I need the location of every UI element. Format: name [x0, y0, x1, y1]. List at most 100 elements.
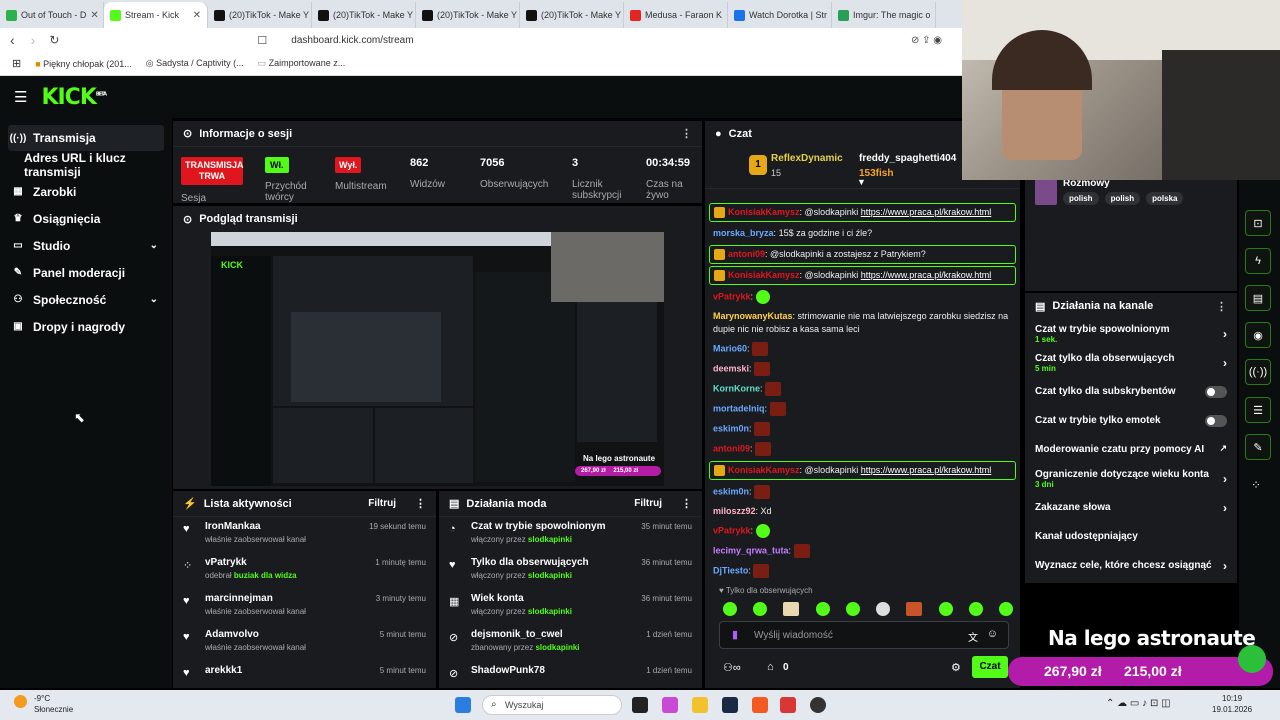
emote-icon[interactable] [815, 602, 830, 616]
list-tool-icon[interactable]: ☰ [1245, 397, 1271, 423]
browser-tab[interactable]: (20)TikTok - Make Y✕ [208, 2, 312, 28]
more-options-icon[interactable]: ⋮ [415, 497, 426, 510]
emote-icon[interactable] [906, 602, 923, 616]
windows-start-icon[interactable] [455, 697, 471, 713]
list-item[interactable]: ♥ Adamvolvo właśnie zaobserwował kanał 5 mi… [173, 625, 436, 661]
emote-icon[interactable] [723, 602, 737, 616]
list-item[interactable]: ⁘ vPatrykk odebrał buziak dla widza 1 minut… [173, 553, 436, 589]
list-item[interactable]: ♥ IronMankaa właśnie zaobserwował kanał 19 … [173, 517, 436, 553]
sidebar-item-dropy[interactable]: ▣ Dropy i nagrody [0, 313, 172, 340]
steam-icon[interactable] [722, 697, 738, 713]
brave-icon[interactable] [752, 697, 768, 713]
back-icon[interactable]: ‹ [10, 32, 15, 48]
emote-icon[interactable] [783, 602, 800, 616]
tag-chip[interactable]: polish [1104, 192, 1141, 205]
list-item[interactable]: ◔ Czat w trybie spowolnionym włączony prze… [439, 517, 702, 553]
add-widget-icon[interactable]: ⁘ [1251, 478, 1261, 492]
chat-username[interactable]: KonisiakKamysz [728, 270, 800, 280]
explorer-icon[interactable] [692, 697, 708, 713]
item-highlight[interactable]: slodkapinki [535, 643, 579, 652]
viewers-link-icon[interactable]: ⚇∞ [723, 661, 741, 674]
toggle-switch[interactable] [1205, 386, 1227, 398]
filter-button[interactable]: Filtruj [634, 498, 662, 509]
chat-username[interactable]: KonisiakKamysz [728, 465, 800, 475]
list-item[interactable]: ♥ marcinnejman właśnie zaobserwował kanał 3… [173, 589, 436, 625]
emote-icon[interactable] [998, 602, 1013, 616]
browser-tab[interactable]: Medusa - Faraon K✕ [624, 2, 728, 28]
channel-action-item[interactable]: Zakazane słowa › [1025, 493, 1237, 522]
chat-username[interactable]: mortadelniq [713, 403, 765, 413]
chat-username[interactable]: miloszz92 [713, 506, 756, 516]
top-gifter-name[interactable]: ReflexDynamic [771, 153, 843, 164]
emote-icon[interactable] [968, 602, 983, 616]
tray-icons[interactable]: ⌃ ☁ ▭ ♪ ⊡ ◫ [1106, 698, 1171, 709]
chat-settings-icon[interactable]: ⚙ [951, 661, 961, 674]
store-icon[interactable]: ⌂ [767, 661, 774, 673]
chat-link[interactable]: https://www.praca.pl/krakow.html [861, 465, 992, 475]
bookmark-item[interactable]: ■ Piękny chłopak (201... [35, 59, 132, 69]
sidebar-item-stream-url[interactable]: Adres URL i klucz transmisji [0, 151, 172, 179]
channel-action-item[interactable]: Czat w trybie tylko emotek [1025, 406, 1237, 435]
emoji-picker-icon[interactable]: ☺ [987, 628, 998, 640]
more-options-icon[interactable]: ⋮ [681, 497, 692, 510]
collapse-arrow-icon[interactable]: ▼ [857, 177, 866, 187]
chat-username[interactable]: vPatrykk [713, 291, 751, 301]
emote-icon[interactable] [876, 602, 891, 616]
taskbar-search[interactable]: ⌕ Wyszukaj [482, 695, 622, 715]
channel-action-item[interactable]: Wyznacz cele, które chcesz osiągnąć › [1025, 551, 1237, 580]
reload-icon[interactable]: ↻ [49, 33, 59, 47]
chat-username[interactable]: MarynowanyKutas [713, 311, 793, 321]
tag-chip[interactable]: polska [1146, 192, 1184, 205]
chat-username[interactable]: KornKorne [713, 383, 760, 393]
chat-username[interactable]: eskim0n [713, 486, 749, 496]
toggle-switch[interactable] [1205, 415, 1227, 427]
channel-action-item[interactable]: Ograniczenie dotyczące wieku konta 3 dni › [1025, 464, 1237, 493]
more-options-icon[interactable]: ⋮ [1216, 300, 1227, 313]
bookmark-item[interactable]: ◎ Sadysta / Captivity (... [146, 58, 244, 69]
lightning-tool-icon[interactable]: ϟ [1245, 248, 1271, 274]
stream-preview-video[interactable]: KICK Na lego astronaute 267,90 zł 215,00… [211, 232, 664, 486]
url-field[interactable]: dashboard.kick.com/stream [291, 35, 413, 46]
browser-tab[interactable]: (20)TikTok - Make Y✕ [416, 2, 520, 28]
tag-chip[interactable]: polish [1063, 192, 1099, 205]
browser-tab[interactable]: (20)TikTok - Make Y✕ [312, 2, 416, 28]
more-options-icon[interactable]: ⋮ [681, 127, 692, 140]
channel-action-item[interactable]: Kanał udostępniający [1025, 522, 1237, 551]
app-icon[interactable] [780, 697, 796, 713]
channel-action-item[interactable]: Czat tylko dla obserwujących 5 min › [1025, 348, 1237, 377]
item-highlight[interactable]: buziak dla widza [234, 571, 297, 580]
browser-tab[interactable]: Out of Touch - D ✕ [0, 2, 104, 28]
wrench-tool-icon[interactable]: ✎ [1245, 434, 1271, 460]
kick-logo[interactable]: KICKBETA [41, 85, 107, 110]
chat-link[interactable]: https://www.praca.pl/krakow.html [861, 207, 992, 217]
filter-button[interactable]: Filtruj [368, 498, 396, 509]
emote-icon[interactable] [753, 602, 768, 616]
close-tab-icon[interactable]: ✕ [934, 10, 935, 21]
translate-icon[interactable]: 文 [968, 629, 978, 644]
item-highlight[interactable]: slodkapinki [528, 535, 572, 544]
send-chat-button[interactable]: Czat [972, 656, 1008, 678]
chat-username[interactable]: eskim0n [713, 423, 749, 433]
copilot-icon[interactable] [662, 697, 678, 713]
sidebar-item-panel-moderacji[interactable]: ✎ Panel moderacji [0, 259, 172, 286]
chat-input[interactable]: ▮ Wyślij wiadomość 文 ☺ [719, 621, 1009, 649]
document-tool-icon[interactable]: ▤ [1245, 285, 1271, 311]
forward-icon[interactable]: › [31, 32, 36, 48]
browser-tab[interactable]: Watch Dorotka | Str✕ [728, 2, 832, 28]
top-gifter2-name[interactable]: freddy_spaghetti404 [859, 153, 956, 164]
channel-action-item[interactable]: Czat w trybie spowolnionym 1 sek. › [1025, 319, 1237, 348]
browser-tab[interactable]: Imgur: The magic o✕ [832, 2, 936, 28]
broadcast-tool-icon[interactable]: ((·)) [1245, 359, 1271, 385]
chat-link[interactable]: https://www.praca.pl/krakow.html [861, 270, 992, 280]
list-item[interactable]: ▦ Wiek konta włączony przez slodkapinki 36 … [439, 589, 702, 625]
microphone-icon[interactable]: ▮ [732, 628, 738, 641]
chat-username[interactable]: Mario60 [713, 343, 747, 353]
close-tab-icon[interactable]: ✕ [90, 10, 98, 21]
item-highlight[interactable]: slodkapinki [528, 571, 572, 580]
browser-tab[interactable]: (20)TikTok - Make Y✕ [520, 2, 624, 28]
sidebar-item-osiagniecia[interactable]: ♛ Osiągnięcia [0, 205, 172, 232]
hamburger-menu-icon[interactable]: ☰ [14, 88, 27, 106]
channel-action-item[interactable]: Moderowanie czatu przy pomocy AI ↗ [1025, 435, 1237, 464]
list-item[interactable]: ⊘ dejsmonik_to_cwel zbanowany przez slodka… [439, 625, 702, 661]
task-view-icon[interactable] [632, 697, 648, 713]
